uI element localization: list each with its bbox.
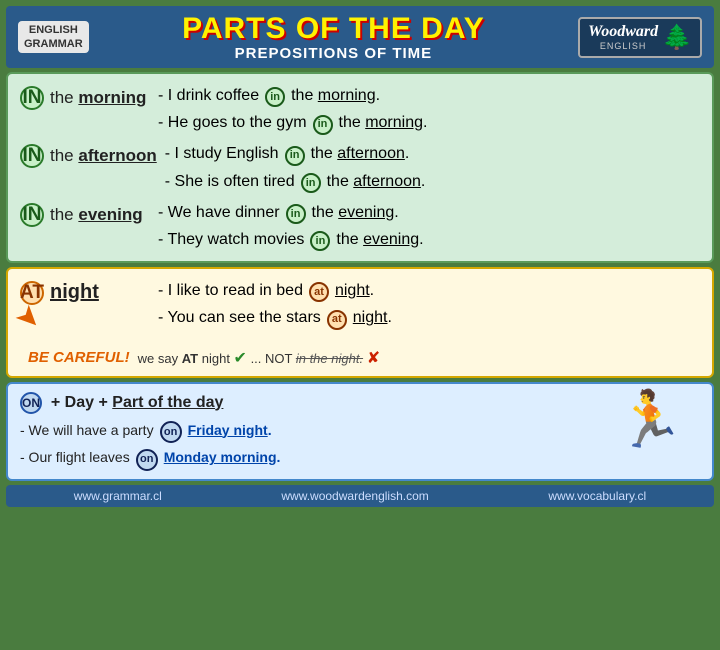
footer: www.grammar.cl www.woodwardenglish.com w… xyxy=(6,485,714,507)
night-label: night xyxy=(50,281,99,304)
afternoon-label: the afternoon xyxy=(50,146,157,166)
night-example-2: - You can see the stars at night. xyxy=(158,304,700,331)
on-inline-1: on xyxy=(160,421,182,443)
tree-icon: 🌲 xyxy=(662,23,692,52)
in-inline-5: in xyxy=(286,204,306,224)
afternoon-example-1: - I study English in the afternoon. xyxy=(165,140,700,167)
evening-left: IN the evening xyxy=(20,199,150,227)
morning-examples: - I drink coffee in the morning. - He go… xyxy=(158,82,700,136)
footer-link-grammar: www.grammar.cl xyxy=(74,489,162,503)
in-badge-evening: IN xyxy=(20,203,44,227)
night-row: AT night ➤ - I like to read in bed at ni… xyxy=(20,277,700,331)
woodward-brand: Woodward xyxy=(588,23,658,41)
blue-example-1: - We will have a party on Friday night. xyxy=(20,418,592,444)
main-title-text: PARTS OF THE DAY xyxy=(89,12,579,45)
on-formula: ON + Day + Part of the day xyxy=(20,392,592,414)
in-inline-1: in xyxy=(265,87,285,107)
character-illustration: 🏃 xyxy=(600,392,700,447)
blue-examples: - We will have a party on Friday night. … xyxy=(20,418,592,472)
morning-example-2: - He goes to the gym in the morning. xyxy=(158,109,700,136)
in-inline-2: in xyxy=(313,115,333,135)
night-examples: - I like to read in bed at night. - You … xyxy=(158,277,700,331)
morning-example-1: - I drink coffee in the morning. xyxy=(158,82,700,109)
on-inline-2: on xyxy=(136,449,158,471)
wrong-text: in the night. xyxy=(296,351,363,366)
footer-link-vocabulary: www.vocabulary.cl xyxy=(548,489,646,503)
check-icon: ✔ xyxy=(234,350,247,367)
morning-row: IN the morning - I drink coffee in the m… xyxy=(20,82,700,136)
header-title: PARTS OF THE DAY PREPOSITIONS OF TIME xyxy=(89,12,579,62)
at-inline-1: at xyxy=(309,282,329,302)
afternoon-left: IN the afternoon xyxy=(20,140,157,168)
woodward-sub: ENGLISH xyxy=(588,41,658,51)
evening-label: the evening xyxy=(50,205,143,225)
on-badge-formula: ON xyxy=(20,392,42,414)
in-badge-afternoon: IN xyxy=(20,144,44,168)
morning-left: IN the morning xyxy=(20,82,150,110)
morning-label: the morning xyxy=(50,88,146,108)
blue-left: ON + Day + Part of the day - We will hav… xyxy=(20,392,592,472)
afternoon-row: IN the afternoon - I study English in th… xyxy=(20,140,700,194)
be-careful-text: BE CAREFUL! xyxy=(28,349,130,366)
afternoon-examples: - I study English in the afternoon. - Sh… xyxy=(165,140,700,194)
in-inline-6: in xyxy=(310,231,330,251)
yellow-section: AT night ➤ - I like to read in bed at ni… xyxy=(6,267,714,377)
blue-section: ON + Day + Part of the day - We will hav… xyxy=(6,382,714,482)
arrow-icon: ➤ xyxy=(10,299,47,336)
afternoon-example-2: - She is often tired in the afternoon. xyxy=(165,168,700,195)
main-container: ENGLISH GRAMMAR PARTS OF THE DAY PREPOSI… xyxy=(0,0,720,650)
footer-link-woodward: www.woodwardenglish.com xyxy=(281,489,428,503)
evening-row: IN the evening - We have dinner in the e… xyxy=(20,199,700,253)
night-example-1: - I like to read in bed at night. xyxy=(158,277,700,304)
be-careful-row: BE CAREFUL! we say AT night ✔ ... NOT in… xyxy=(20,340,700,368)
in-badge-morning: IN xyxy=(20,86,44,110)
cross-icon: ✘ xyxy=(367,350,380,367)
green-section: IN the morning - I drink coffee in the m… xyxy=(6,72,714,263)
blue-example-2: - Our flight leaves on Monday morning. xyxy=(20,445,592,471)
in-inline-3: in xyxy=(285,146,305,166)
header: ENGLISH GRAMMAR PARTS OF THE DAY PREPOSI… xyxy=(6,6,714,68)
at-inline-2: at xyxy=(327,310,347,330)
sub-title-text: PREPOSITIONS OF TIME xyxy=(89,45,579,62)
woodward-logo: Woodward ENGLISH 🌲 xyxy=(578,17,702,58)
evening-example-1: - We have dinner in the evening. xyxy=(158,199,700,226)
evening-example-2: - They watch movies in the evening. xyxy=(158,226,700,253)
english-grammar-label: ENGLISH GRAMMAR xyxy=(18,21,89,54)
evening-examples: - We have dinner in the evening. - They … xyxy=(158,199,700,253)
in-inline-4: in xyxy=(301,173,321,193)
header-left: ENGLISH GRAMMAR xyxy=(18,21,89,54)
